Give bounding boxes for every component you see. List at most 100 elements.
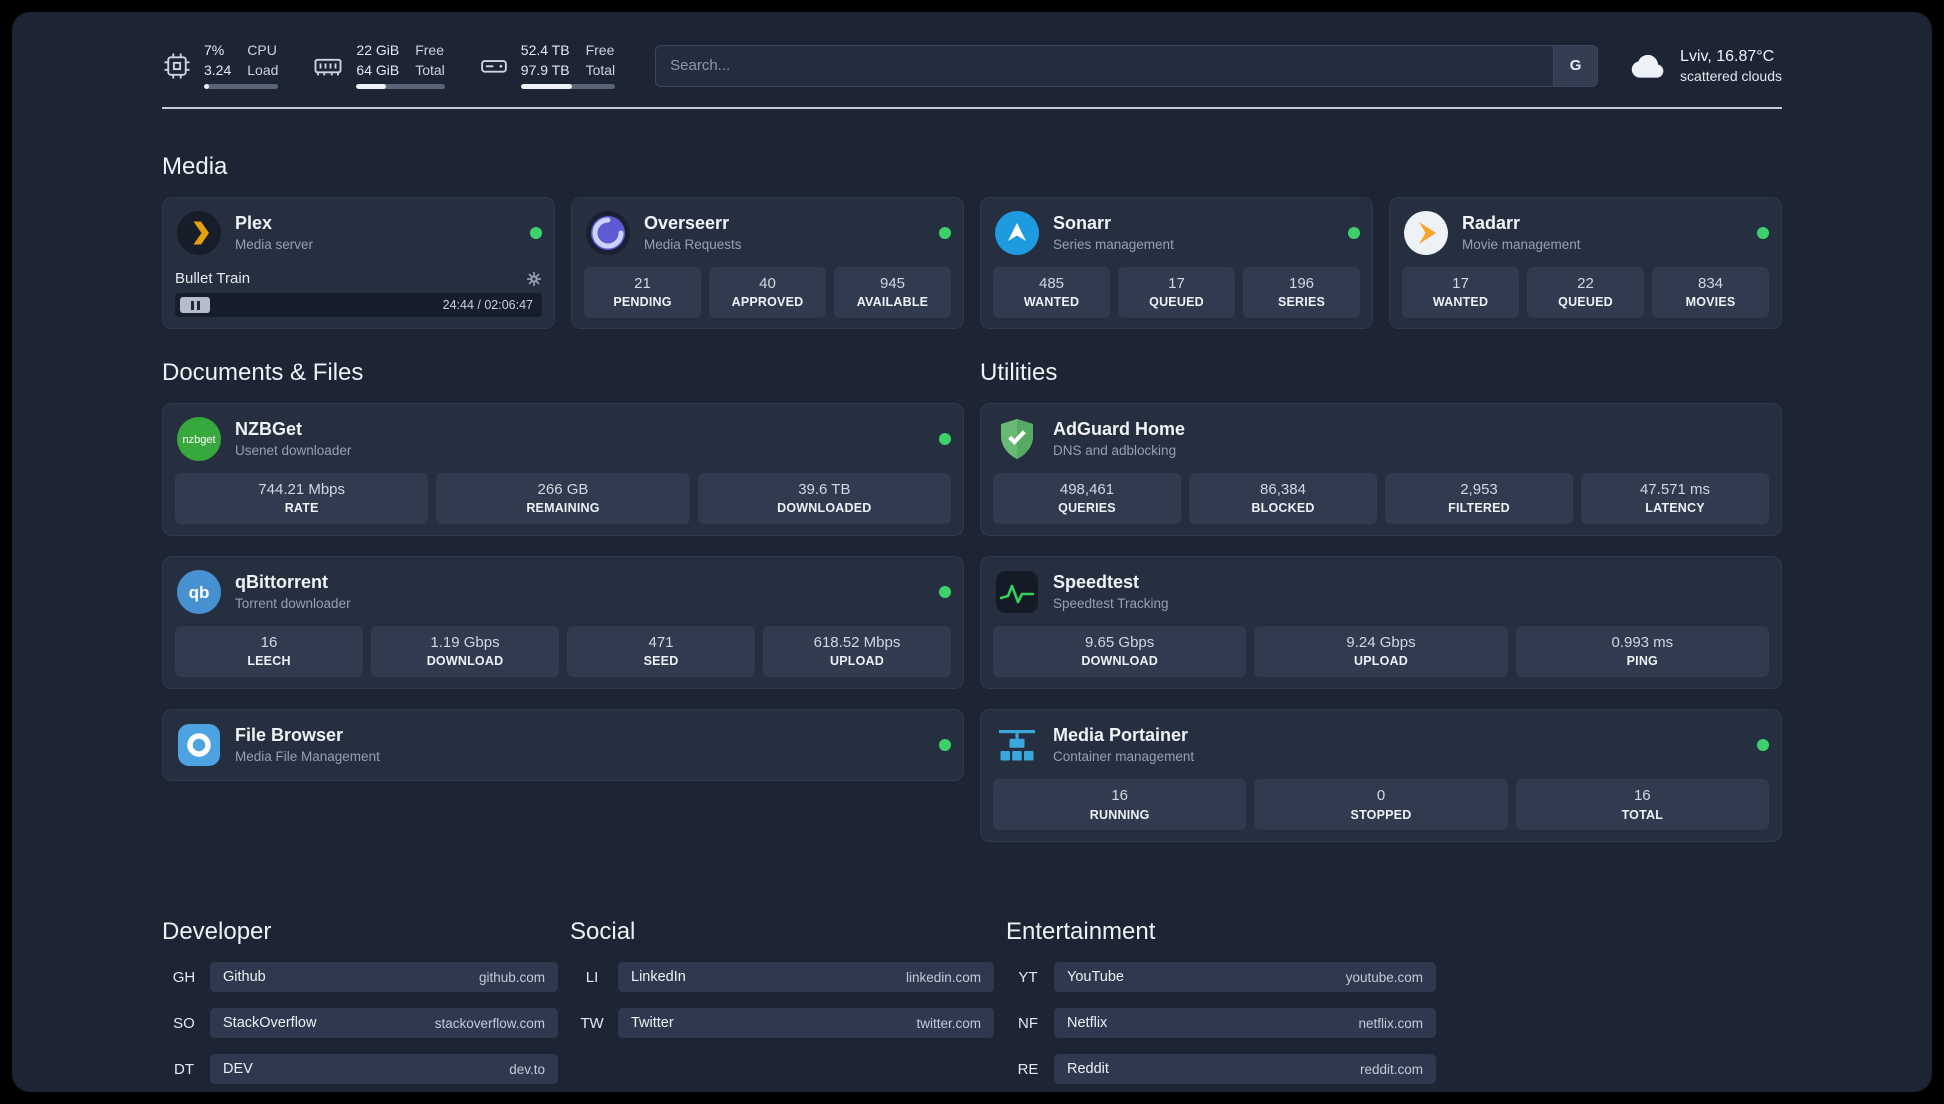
stat-value: 1.19 Gbps [430, 634, 500, 652]
adguard-icon [993, 415, 1041, 463]
status-online-dot [939, 739, 951, 752]
stat-label: REMAINING [526, 501, 600, 516]
card-filebrowser[interactable]: File Browser Media File Management [162, 709, 964, 782]
portainer-icon [993, 721, 1041, 769]
plex-icon [175, 209, 223, 257]
card-nzbget[interactable]: nzbget NZBGet Usenet downloader 744.21 M… [162, 403, 964, 537]
stat-value: 471 [648, 634, 674, 652]
pause-icon[interactable] [180, 297, 210, 313]
bookmark-name: Netflix [1067, 1015, 1108, 1032]
app-title: Plex [235, 213, 273, 234]
disk-free-value: 52.4 TB [520, 42, 570, 58]
app-title: Radarr [1462, 213, 1521, 234]
status-online-dot [939, 227, 951, 239]
stat-tile: 86,384 BLOCKED [1189, 473, 1377, 525]
status-online-dot [939, 433, 951, 445]
stat-tile: 0.993 ms PING [1515, 626, 1769, 678]
overseerr-icon [584, 209, 632, 257]
app-subtitle: Series management [1053, 236, 1174, 252]
card-qbittorrent[interactable]: qb qBittorrent Torrent downloader 16 LEE… [162, 556, 964, 690]
bookmark-group-entertainment: Entertainment YT YouTube youtube.com NF … [1006, 918, 1436, 1092]
stat-tile: 16 LEECH [175, 626, 363, 678]
bookmark-domain: linkedin.com [905, 969, 981, 985]
settings-gear-icon[interactable] [526, 271, 542, 287]
stat-label: FILTERED [1448, 501, 1510, 516]
status-online-dot [530, 227, 542, 239]
ram-progress-fill [356, 84, 387, 89]
app-title: AdGuard Home [1053, 419, 1186, 440]
stat-value: 17 [1452, 275, 1469, 292]
section-title-developer: Developer [162, 918, 272, 946]
section-title-entertainment: Entertainment [1006, 918, 1156, 946]
ram-metric: 22 GiB 64 GiB Free Total [312, 42, 445, 89]
now-playing-title: Bullet Train [175, 270, 251, 287]
status-online-dot [1757, 739, 1769, 752]
card-portainer[interactable]: Media Portainer Container management 16 … [980, 709, 1782, 843]
stat-tile: 17 QUEUED [1118, 267, 1235, 319]
stat-value: 485 [1038, 275, 1065, 292]
bookmark-domain: reddit.com [1359, 1061, 1423, 1077]
card-radarr[interactable]: Radarr Movie management 17 WANTED 22 QUE… [1389, 197, 1782, 329]
stat-label: WANTED [1432, 295, 1489, 310]
stat-label: APPROVED [731, 295, 804, 310]
stat-label: TOTAL [1621, 807, 1664, 822]
stat-label: PING [1626, 654, 1658, 669]
card-adguard[interactable]: AdGuard Home DNS and adblocking 498,461 … [980, 403, 1782, 537]
bookmark-youtube[interactable]: YT YouTube youtube.com [1006, 962, 1436, 993]
search-engine-button[interactable]: G [1553, 45, 1598, 86]
bookmark-reddit[interactable]: RE Reddit reddit.com [1006, 1054, 1436, 1085]
stat-label: LATENCY [1645, 501, 1705, 516]
app-subtitle: DNS and adblocking [1053, 442, 1177, 458]
stat-value: 9.65 Gbps [1085, 634, 1155, 652]
stat-label: QUEUED [1149, 295, 1204, 310]
bookmark-dev[interactable]: DT DEV dev.to [162, 1054, 558, 1085]
stat-value: 0.993 ms [1611, 634, 1674, 652]
disk-metric: 52.4 TB 97.9 TB Free Total [479, 42, 616, 89]
stat-tile: 1.19 Gbps DOWNLOAD [371, 626, 559, 678]
bookmark-name: YouTube [1067, 969, 1124, 986]
bookmark-netflix[interactable]: NF Netflix netflix.com [1006, 1008, 1436, 1039]
stat-tile: 9.65 Gbps DOWNLOAD [993, 626, 1247, 678]
bookmark-twitter[interactable]: TW Twitter twitter.com [570, 1008, 994, 1039]
bookmark-abbr: GH [172, 968, 196, 986]
stat-tile: 16 RUNNING [993, 779, 1247, 831]
app-subtitle: Usenet downloader [235, 442, 352, 458]
playback-progress-bar[interactable]: 24:44 / 02:06:47 [175, 293, 542, 317]
bookmark-domain: github.com [478, 969, 545, 985]
stat-value: 498,461 [1059, 481, 1115, 498]
ram-free-label: Free [415, 42, 445, 58]
bookmarks-area: Developer GH Github github.com SO StackO… [162, 918, 1782, 1092]
card-sonarr[interactable]: Sonarr Series management 485 WANTED 17 Q… [980, 197, 1373, 329]
card-plex[interactable]: Plex Media server Bullet Train 24:44 / 0… [162, 197, 555, 329]
bookmark-domain: netflix.com [1358, 1015, 1423, 1031]
stat-label: QUEUED [1558, 295, 1613, 310]
radarr-icon [1402, 209, 1450, 257]
stat-value: 834 [1697, 275, 1724, 292]
stat-label: LEECH [247, 654, 291, 669]
stat-tile: 17 WANTED [1402, 267, 1519, 319]
weather-condition: scattered clouds [1680, 67, 1782, 84]
card-overseerr[interactable]: Overseerr Media Requests 21 PENDING 40 A… [571, 197, 964, 329]
stat-tile: 47.571 ms LATENCY [1581, 473, 1769, 525]
stat-tile: 196 SERIES [1243, 267, 1360, 319]
search-input[interactable] [656, 45, 1554, 86]
app-subtitle: Media File Management [235, 748, 380, 764]
app-subtitle: Movie management [1462, 236, 1581, 252]
cloud-icon [1628, 49, 1668, 83]
weather-location: Lviv, 16.87°C [1680, 47, 1775, 65]
stat-tile: 9.24 Gbps UPLOAD [1254, 626, 1508, 678]
stat-tile: 618.52 Mbps UPLOAD [763, 626, 951, 678]
app-subtitle: Media server [235, 236, 314, 252]
svg-text:nzbget: nzbget [182, 434, 215, 446]
stat-tile: 266 GB REMAINING [436, 473, 690, 525]
section-utilities: Utilities AdGuard Home DNS and adblockin… [980, 359, 1782, 862]
bookmark-stackoverflow[interactable]: SO StackOverflow stackoverflow.com [162, 1008, 558, 1039]
topbar-divider [162, 107, 1782, 109]
bookmark-github[interactable]: GH Github github.com [162, 962, 558, 993]
app-title: Sonarr [1053, 213, 1112, 234]
cpu-load-label: Load [247, 61, 279, 78]
stat-tile: 22 QUEUED [1527, 267, 1644, 319]
bookmark-linkedin[interactable]: LI LinkedIn linkedin.com [570, 962, 994, 993]
stat-label: MOVIES [1685, 295, 1736, 310]
card-speedtest[interactable]: Speedtest Speedtest Tracking 9.65 Gbps D… [980, 556, 1782, 690]
